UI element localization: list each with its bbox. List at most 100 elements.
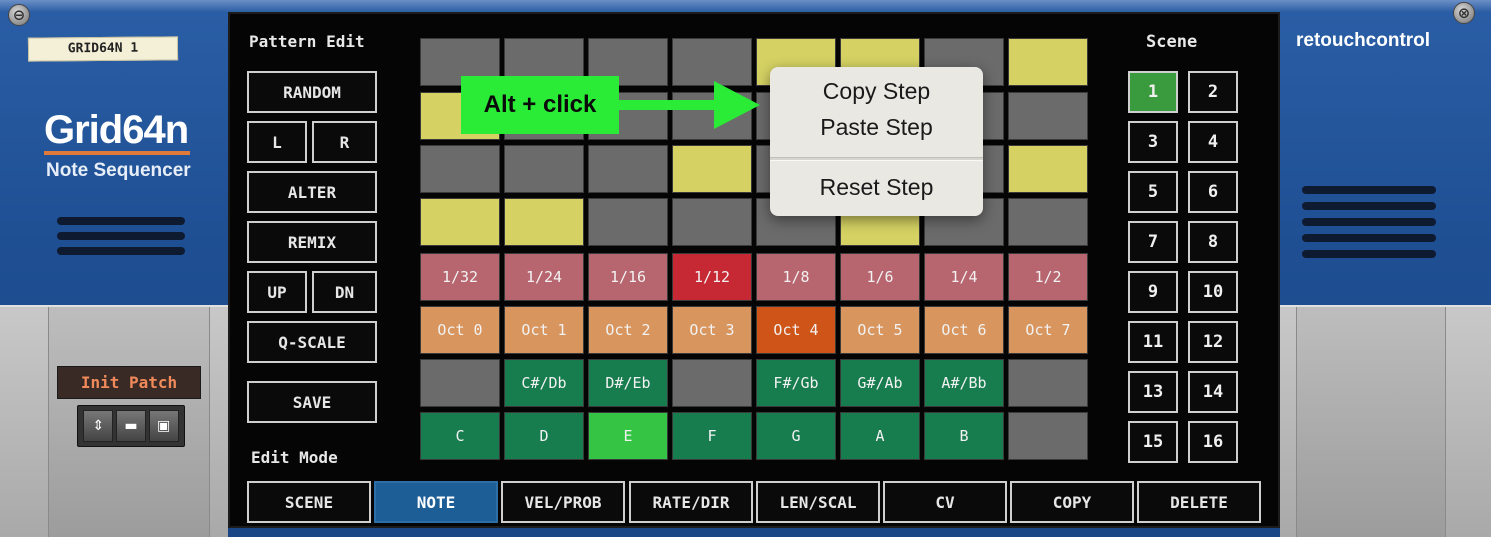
rate-cell[interactable]: 1/4 bbox=[924, 253, 1004, 301]
vendor-label: retouchcontrol bbox=[1296, 30, 1431, 51]
menu-item-copy-step[interactable]: Copy Step bbox=[770, 78, 983, 105]
scene-button[interactable]: 2 bbox=[1188, 71, 1238, 113]
edit-mode-button[interactable]: COPY bbox=[1010, 481, 1134, 523]
scene-button[interactable]: 16 bbox=[1188, 421, 1238, 463]
edit-mode-button[interactable]: RATE/DIR bbox=[629, 481, 753, 523]
scene-button[interactable]: 4 bbox=[1188, 121, 1238, 163]
patch-browser: ⇕ ▬ ▣ bbox=[77, 405, 185, 447]
octave-cell[interactable]: Oct 6 bbox=[924, 306, 1004, 354]
edit-mode-button[interactable]: LEN/SCAL bbox=[756, 481, 880, 523]
scene-button[interactable]: 1 bbox=[1128, 71, 1178, 113]
menu-separator bbox=[770, 157, 983, 161]
step-cell[interactable] bbox=[1008, 198, 1088, 246]
scene-button[interactable]: 14 bbox=[1188, 371, 1238, 413]
alt-click-callout: Alt + click bbox=[461, 76, 619, 134]
remix-button[interactable]: REMIX bbox=[247, 221, 377, 263]
edit-mode-button[interactable]: VEL/PROB bbox=[501, 481, 625, 523]
alter-button[interactable]: ALTER bbox=[247, 171, 377, 213]
folder-icon[interactable]: ▬ bbox=[115, 410, 146, 442]
empty-cell[interactable] bbox=[1008, 412, 1088, 460]
step-cell[interactable] bbox=[672, 38, 752, 86]
scene-button[interactable]: 3 bbox=[1128, 121, 1178, 163]
scene-button[interactable]: 15 bbox=[1128, 421, 1178, 463]
step-cell[interactable] bbox=[420, 145, 500, 193]
octave-cell[interactable]: Oct 5 bbox=[840, 306, 920, 354]
rate-cell[interactable]: 1/6 bbox=[840, 253, 920, 301]
step-cell[interactable] bbox=[420, 198, 500, 246]
step-context-menu: Copy Step Paste Step Reset Step bbox=[770, 67, 983, 216]
scene-button[interactable]: 13 bbox=[1128, 371, 1178, 413]
patch-up-down-icon[interactable]: ⇕ bbox=[83, 410, 114, 442]
octave-cell[interactable]: Oct 7 bbox=[1008, 306, 1088, 354]
screw-icon: ⊖ bbox=[8, 4, 30, 26]
rate-cell[interactable]: 1/12 bbox=[672, 253, 752, 301]
save-disk-icon[interactable]: ▣ bbox=[148, 410, 179, 442]
random-button[interactable]: RANDOM bbox=[247, 71, 377, 113]
natural-note-cell[interactable]: F bbox=[672, 412, 752, 460]
menu-item-paste-step[interactable]: Paste Step bbox=[770, 114, 983, 141]
step-cell[interactable] bbox=[1008, 38, 1088, 86]
sharp-note-cell[interactable]: A#/Bb bbox=[924, 359, 1004, 407]
sharp-note-cell[interactable]: C#/Db bbox=[504, 359, 584, 407]
step-cell[interactable] bbox=[504, 145, 584, 193]
natural-note-cell[interactable]: B bbox=[924, 412, 1004, 460]
vent-slot bbox=[1302, 250, 1436, 258]
scene-button[interactable]: 6 bbox=[1188, 171, 1238, 213]
step-cell[interactable] bbox=[588, 198, 668, 246]
vent-slot bbox=[1302, 234, 1436, 242]
natural-note-cell[interactable]: G bbox=[756, 412, 836, 460]
rate-cell[interactable]: 1/8 bbox=[756, 253, 836, 301]
empty-cell[interactable] bbox=[1008, 359, 1088, 407]
transpose-down-button[interactable]: DN bbox=[312, 271, 377, 313]
rate-cell[interactable]: 1/32 bbox=[420, 253, 500, 301]
natural-note-cell[interactable]: C bbox=[420, 412, 500, 460]
scene-button[interactable]: 10 bbox=[1188, 271, 1238, 313]
vent-slot bbox=[57, 217, 185, 225]
step-cell[interactable] bbox=[1008, 92, 1088, 140]
octave-cell[interactable]: Oct 3 bbox=[672, 306, 752, 354]
right-side-panel bbox=[1280, 305, 1491, 537]
scene-button[interactable]: 9 bbox=[1128, 271, 1178, 313]
step-cell[interactable] bbox=[504, 198, 584, 246]
pattern-edit-title: Pattern Edit bbox=[249, 32, 365, 51]
brand-subtitle: Note Sequencer bbox=[46, 160, 191, 181]
step-cell[interactable] bbox=[672, 198, 752, 246]
save-button[interactable]: SAVE bbox=[247, 381, 377, 423]
vent-slot bbox=[1302, 218, 1436, 226]
natural-note-cell[interactable]: D bbox=[504, 412, 584, 460]
rate-cell[interactable]: 1/16 bbox=[588, 253, 668, 301]
octave-cell[interactable]: Oct 2 bbox=[588, 306, 668, 354]
qscale-button[interactable]: Q-SCALE bbox=[247, 321, 377, 363]
vent-slot bbox=[1302, 202, 1436, 210]
menu-item-reset-step[interactable]: Reset Step bbox=[770, 174, 983, 201]
sharp-note-cell[interactable]: G#/Ab bbox=[840, 359, 920, 407]
edit-mode-button[interactable]: CV bbox=[883, 481, 1007, 523]
rate-cell[interactable]: 1/24 bbox=[504, 253, 584, 301]
edit-mode-button[interactable]: SCENE bbox=[247, 481, 371, 523]
octave-cell[interactable]: Oct 4 bbox=[756, 306, 836, 354]
octave-cell[interactable]: Oct 0 bbox=[420, 306, 500, 354]
octave-cell[interactable]: Oct 1 bbox=[504, 306, 584, 354]
patch-name-display: Init Patch bbox=[57, 366, 201, 399]
device-name-tape[interactable]: GRID64N 1 bbox=[27, 36, 179, 62]
transpose-up-button[interactable]: UP bbox=[247, 271, 307, 313]
shift-right-button[interactable]: R bbox=[312, 121, 377, 163]
rate-cell[interactable]: 1/2 bbox=[1008, 253, 1088, 301]
natural-note-cell[interactable]: E bbox=[588, 412, 668, 460]
natural-note-cell[interactable]: A bbox=[840, 412, 920, 460]
shift-left-button[interactable]: L bbox=[247, 121, 307, 163]
scene-button[interactable]: 12 bbox=[1188, 321, 1238, 363]
edit-mode-button[interactable]: DELETE bbox=[1137, 481, 1261, 523]
edit-mode-button[interactable]: NOTE bbox=[374, 481, 498, 523]
scene-button[interactable]: 5 bbox=[1128, 171, 1178, 213]
sharp-note-cell[interactable]: D#/Eb bbox=[588, 359, 668, 407]
sharp-note-cell[interactable]: F#/Gb bbox=[756, 359, 836, 407]
step-cell[interactable] bbox=[1008, 145, 1088, 193]
step-cell[interactable] bbox=[672, 145, 752, 193]
step-cell[interactable] bbox=[588, 145, 668, 193]
scene-button[interactable]: 8 bbox=[1188, 221, 1238, 263]
empty-cell[interactable] bbox=[420, 359, 500, 407]
scene-button[interactable]: 11 bbox=[1128, 321, 1178, 363]
scene-button[interactable]: 7 bbox=[1128, 221, 1178, 263]
empty-cell[interactable] bbox=[672, 359, 752, 407]
